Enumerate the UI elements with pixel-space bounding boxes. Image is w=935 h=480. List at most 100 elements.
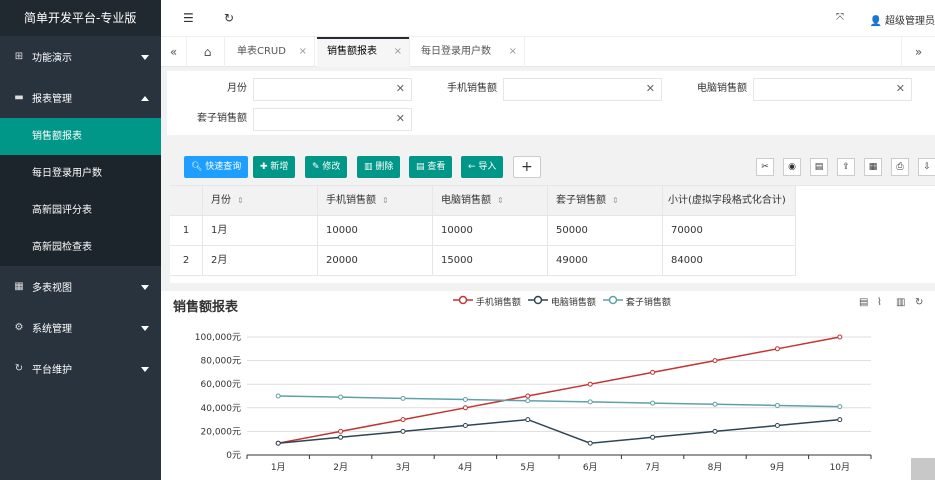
table-cell[interactable]: 2月 [203, 246, 318, 276]
tab-single-crud[interactable]: 单表CRUD × [227, 37, 315, 67]
month-input[interactable]: ✕ [253, 78, 412, 101]
column-header-phone-sales[interactable]: 手机销售额 ⇕ [318, 186, 433, 216]
data-table-panel: 🔍︎ 快速查询 ✚ 新增 ✎ 修改 ▥ 删除 ▤ 查看 ← 导入 + ✂ ◉ ▤… [170, 146, 935, 283]
phone-sales-input[interactable]: ✕ [503, 78, 662, 101]
case-sales-input[interactable]: ✕ [253, 108, 412, 131]
menu-label: 功能演示 [32, 53, 72, 64]
column-header-month[interactable]: 月份 ⇕ [203, 186, 318, 216]
y-tick-label: 20,000元 [201, 427, 242, 437]
chevron-down-icon [141, 325, 149, 331]
data-point [712, 428, 718, 434]
table-cell[interactable]: 70000 [663, 216, 796, 246]
data-point [400, 428, 406, 434]
delete-button[interactable]: ▥ 删除 [357, 156, 401, 178]
print-icon[interactable]: ⎙ [891, 158, 909, 176]
menu-label: 系统管理 [32, 324, 72, 335]
document-icon: ▤ [416, 162, 428, 172]
puzzle-icon: ⊞ [14, 51, 24, 62]
toggle-icon[interactable]: ◉ [783, 158, 801, 176]
column-header-pc-sales[interactable]: 电脑销售额 ⇕ [433, 186, 548, 216]
import-button[interactable]: ← 导入 [461, 156, 504, 178]
pc-sales-label: 电脑销售额 [697, 83, 747, 94]
sort-icon[interactable]: ⇕ [497, 196, 504, 205]
sort-icon[interactable]: ⇕ [237, 196, 244, 205]
row-number: 2 [170, 246, 203, 276]
data-point [650, 369, 656, 375]
download-icon[interactable]: ⇩ [918, 158, 935, 176]
table-cell[interactable]: 50000 [548, 216, 663, 246]
submenu-item-daily-logins[interactable]: 每日登录用户数 [0, 155, 161, 192]
table-cell[interactable]: 15000 [433, 246, 548, 276]
column-label: 电脑销售额 [441, 195, 491, 206]
button-label: 查看 [427, 162, 446, 172]
data-point [462, 423, 468, 428]
clear-icon[interactable]: ✕ [396, 112, 405, 125]
data-point [837, 404, 843, 410]
sort-icon[interactable]: ⇕ [382, 196, 389, 205]
table-toolbar: 🔍︎ 快速查询 ✚ 新增 ✎ 修改 ▥ 删除 ▤ 查看 ← 导入 + ✂ ◉ ▤… [170, 146, 935, 186]
data-point [712, 401, 718, 407]
table-cell[interactable]: 10000 [318, 216, 433, 246]
chevron-down-icon [141, 284, 149, 290]
user-menu[interactable]: 👤 超级管理员 [870, 12, 935, 27]
plus-icon: ✚ [260, 162, 271, 172]
menu-toggle-icon[interactable]: ☰ [183, 11, 194, 25]
table-cell[interactable]: 49000 [548, 246, 663, 276]
close-icon[interactable]: × [394, 37, 402, 67]
table-cell[interactable]: 84000 [663, 246, 796, 276]
menu-report-management[interactable]: ▬ 报表管理 [0, 77, 161, 118]
x-tick-label: 5月 [520, 462, 535, 473]
submenu-item-inspection-table[interactable]: 高新园检查表 [0, 229, 161, 266]
submenu-item-score-table[interactable]: 高新园评分表 [0, 192, 161, 229]
table-icon[interactable]: ▤ [810, 158, 828, 176]
edit-button[interactable]: ✎ 修改 [305, 156, 348, 178]
column-header-case-sales[interactable]: 套子销售额 ⇕ [548, 186, 663, 216]
data-point [774, 423, 780, 428]
card-view-icon[interactable]: ▦ [864, 158, 882, 176]
table-cell[interactable]: 1月 [203, 216, 318, 246]
tabs-scroll-left-icon[interactable]: « [161, 37, 187, 67]
menu-multi-table-view[interactable]: ▦ 多表视图 [0, 266, 161, 307]
more-button[interactable]: + [513, 156, 541, 178]
home-icon[interactable]: ⌂ [191, 37, 225, 67]
wrench-icon: ↻ [14, 363, 24, 374]
sort-icon[interactable]: ⇕ [612, 196, 619, 205]
menu-function-demo[interactable]: ⊞ 功能演示 [0, 36, 161, 77]
y-tick-label: 0元 [226, 451, 241, 461]
corner-widget[interactable] [911, 458, 935, 480]
tab-daily-logins[interactable]: 每日登录用户数 × [411, 37, 525, 67]
table-cell[interactable]: 10000 [433, 216, 548, 246]
menu-system-management[interactable]: ⚙ 系统管理 [0, 307, 161, 348]
tab-sales-report[interactable]: 销售额报表 × [317, 37, 410, 67]
user-icon: 👤 [869, 16, 882, 27]
button-label: 导入 [478, 162, 497, 172]
data-point [338, 394, 344, 400]
submenu-item-sales-report[interactable]: 销售额报表 [0, 118, 161, 155]
refresh-icon[interactable]: ↻ [224, 11, 234, 25]
menu-platform-maintenance[interactable]: ↻ 平台维护 [0, 348, 161, 389]
view-button[interactable]: ▤ 查看 [409, 156, 453, 178]
clear-icon[interactable]: ✕ [896, 82, 905, 95]
clear-icon[interactable]: ✕ [396, 82, 405, 95]
add-button[interactable]: ✚ 新增 [253, 156, 296, 178]
fullscreen-icon[interactable]: ⤧ [836, 12, 844, 23]
export-icon[interactable]: ⇪ [837, 158, 855, 176]
column-header-subtotal[interactable]: 小计(虚拟字段格式化合计) [663, 186, 796, 216]
close-icon[interactable]: × [299, 37, 307, 67]
clear-icon[interactable]: ✕ [646, 82, 655, 95]
x-tick-label: 4月 [458, 462, 473, 473]
close-icon[interactable]: × [509, 37, 517, 67]
quick-search-button[interactable]: 🔍︎ 快速查询 [184, 156, 249, 178]
pc-sales-input[interactable]: ✕ [753, 78, 912, 101]
case-sales-label: 套子销售额 [197, 113, 247, 124]
columns-filter-icon[interactable]: ✂ [756, 158, 774, 176]
column-label: 套子销售额 [556, 195, 606, 206]
data-point [587, 399, 593, 405]
y-tick-label: 60,000元 [201, 380, 242, 390]
menu-label: 多表视图 [32, 283, 72, 294]
data-point [774, 346, 780, 352]
data-point [650, 434, 656, 440]
tab-label: 每日登录用户数 [421, 46, 491, 57]
tabs-scroll-right-icon[interactable]: » [901, 37, 935, 67]
table-cell[interactable]: 20000 [318, 246, 433, 276]
